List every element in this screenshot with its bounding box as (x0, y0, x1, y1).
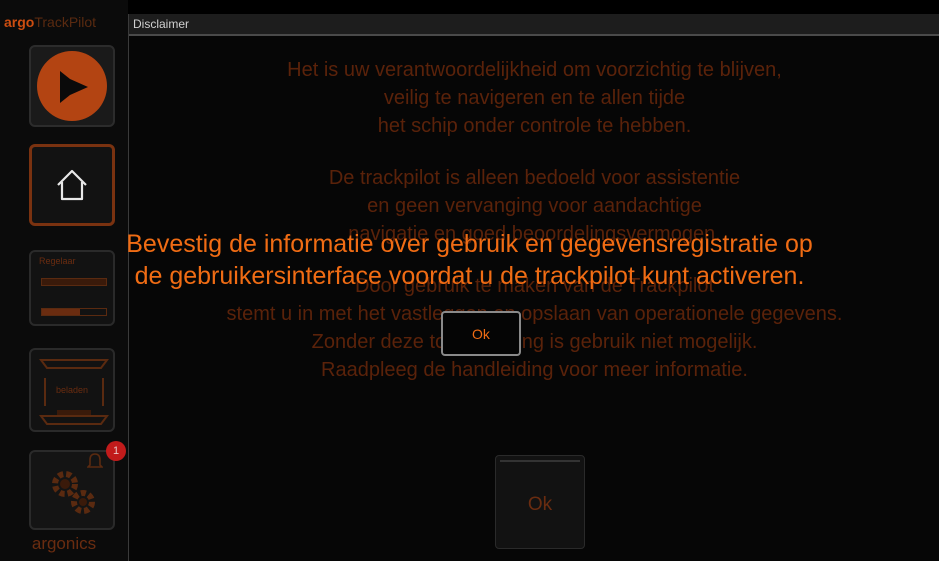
disclaimer-line: De trackpilot is alleen bedoeld voor ass… (328, 167, 741, 189)
disclaimer-line: Het is uw verantwoordelijkheid om voorzi… (287, 59, 782, 81)
overlay-line-2: de gebruikersinterface voordat u de trac… (134, 262, 805, 290)
load-label: beladen (55, 385, 89, 395)
disclaimer-ok-button[interactable]: Ok (495, 455, 585, 549)
disclaimer-line: stemt u in met het vastleggen en opslaan… (226, 303, 843, 325)
overlay-line-1: Bevestig de informatie over gebruik en g… (126, 230, 813, 258)
load-state-button[interactable]: beladen (29, 348, 115, 432)
disclaimer-line: Zonder deze toestemming is gebruik niet … (311, 331, 758, 353)
panel-header: Disclaimer (129, 14, 939, 36)
start-trackpilot-button[interactable] (29, 45, 115, 127)
disclaimer-line: veilig te navigeren en te allen tijde (383, 87, 686, 109)
level-bar-bottom (41, 308, 107, 316)
app-brand: argoTrackPilot (4, 14, 128, 34)
bell-icon (87, 453, 103, 468)
disclaimer-text: Het is uw verantwoordelijkheid om voorzi… (129, 56, 939, 384)
panel-title: Disclaimer (133, 17, 190, 31)
disclaimer-ok-label: Ok (527, 494, 553, 515)
home-icon (57, 169, 87, 201)
disclaimer-line: het schip onder controle te hebben. (377, 115, 692, 137)
disclaimer-line: en geen vervanging voor aandachtige (367, 195, 702, 217)
overlay-message: Bevestig de informatie over gebruik en g… (0, 228, 939, 292)
brand-part2: TrackPilot (34, 14, 97, 30)
brand-part1: argo (4, 14, 35, 30)
home-button[interactable] (29, 144, 115, 226)
overlay-ok-button[interactable]: Ok (441, 311, 521, 356)
disclaimer-line: Raadpleeg de handleiding voor meer infor… (321, 359, 748, 381)
play-arrow-icon (60, 71, 88, 103)
gears-icon (52, 471, 95, 514)
level-fill (42, 309, 81, 315)
notification-badge: 1 (106, 441, 126, 461)
footer-brand: argonics (31, 534, 97, 553)
